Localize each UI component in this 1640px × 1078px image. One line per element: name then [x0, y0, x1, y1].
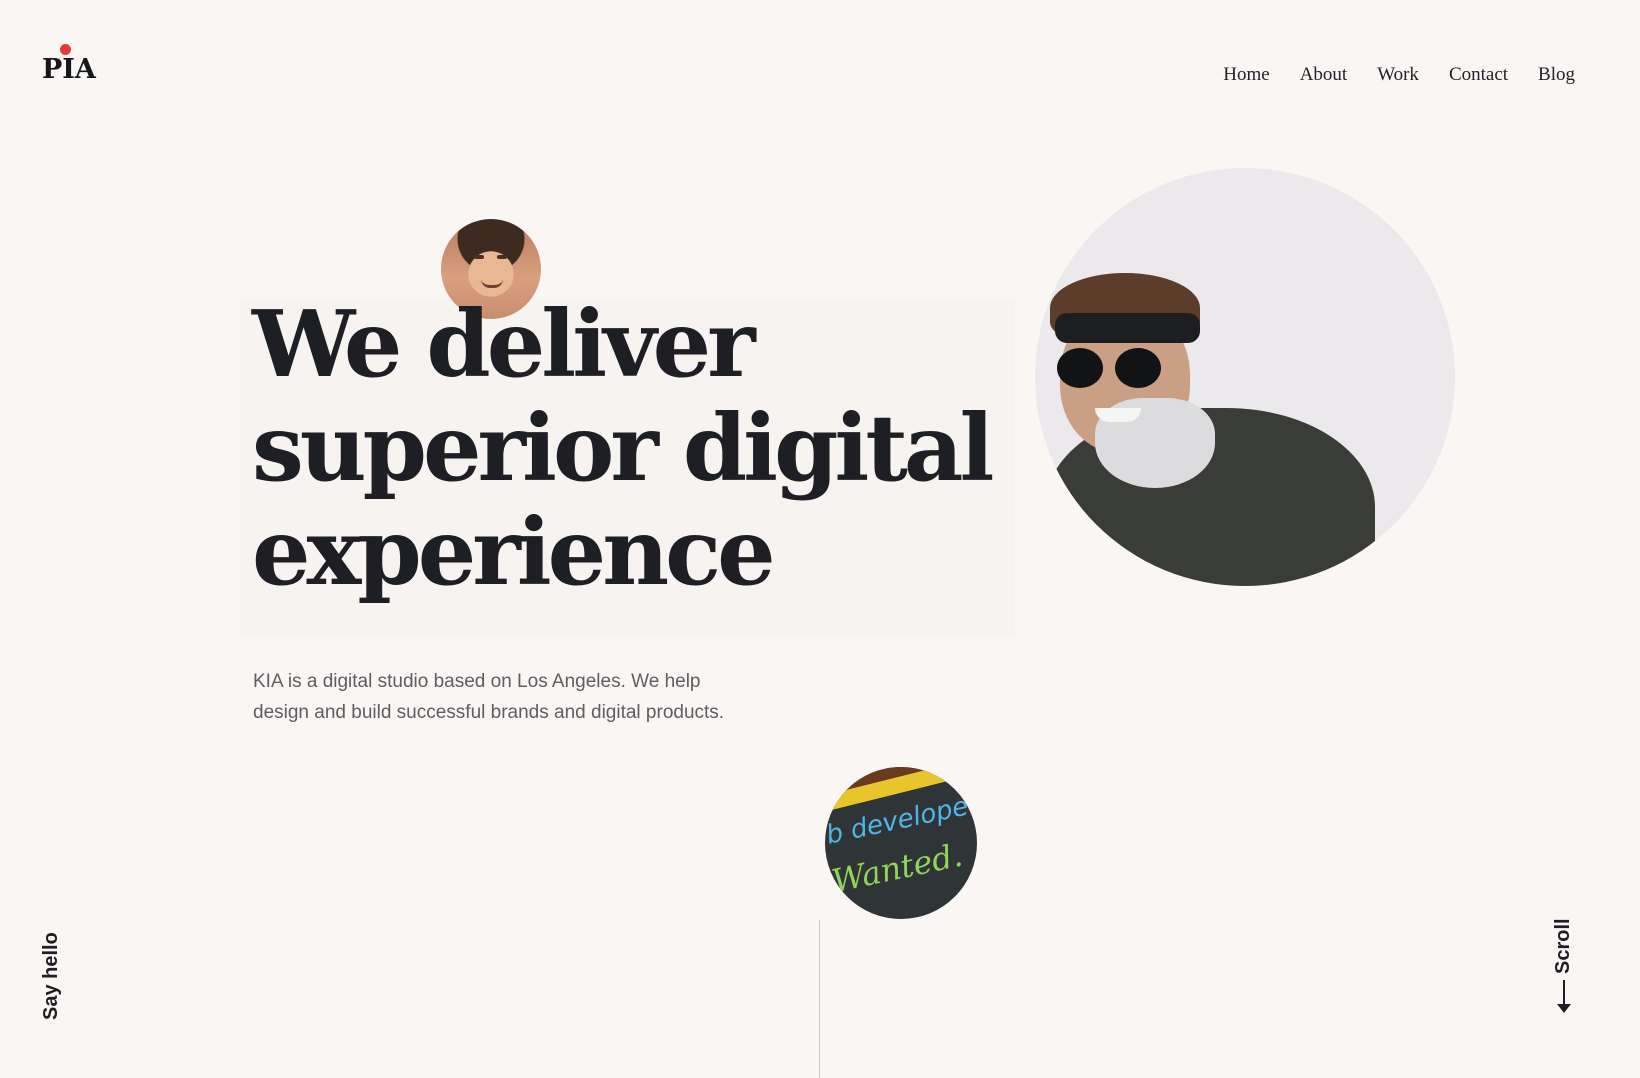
photo-detail	[1057, 348, 1103, 388]
scroll-label: Scroll	[1552, 918, 1574, 974]
photo-detail	[1095, 408, 1141, 422]
nav-item-home[interactable]: Home	[1223, 64, 1269, 86]
headline-line: superior digital	[252, 394, 994, 502]
logo-text: PIA	[42, 54, 96, 85]
nav-item-contact[interactable]: Contact	[1449, 64, 1508, 86]
hero-description: KIA is a digital studio based on Los Ang…	[253, 666, 773, 728]
photo-detail	[1115, 348, 1161, 388]
scroll-indicator[interactable]: Scroll	[1550, 918, 1578, 1013]
headline-line: experience	[252, 498, 776, 606]
nav-item-work[interactable]: Work	[1377, 64, 1419, 86]
photo-detail	[474, 255, 484, 259]
headline-line: We deliver	[252, 290, 756, 398]
description-line: KIA is a digital studio based on Los Ang…	[253, 671, 701, 692]
nav-item-blog[interactable]: Blog	[1538, 64, 1575, 86]
photo-detail	[497, 255, 507, 259]
vertical-divider	[819, 920, 820, 1078]
say-hello-link[interactable]: Say hello	[40, 932, 63, 1020]
main-nav: Home About Work Contact Blog	[1223, 64, 1575, 86]
nav-item-about[interactable]: About	[1300, 64, 1348, 86]
hero-headline: We deliver superior digital experience	[252, 292, 1032, 604]
team-photo-large	[1035, 168, 1455, 586]
description-line: design and build successful brands and d…	[253, 702, 725, 723]
photo-detail	[1055, 313, 1200, 343]
arrow-down-icon	[1557, 1004, 1571, 1013]
logo[interactable]: PIA	[42, 40, 102, 90]
photo-detail	[481, 279, 503, 288]
chalkboard-photo: b developer Wanted.	[825, 767, 977, 919]
